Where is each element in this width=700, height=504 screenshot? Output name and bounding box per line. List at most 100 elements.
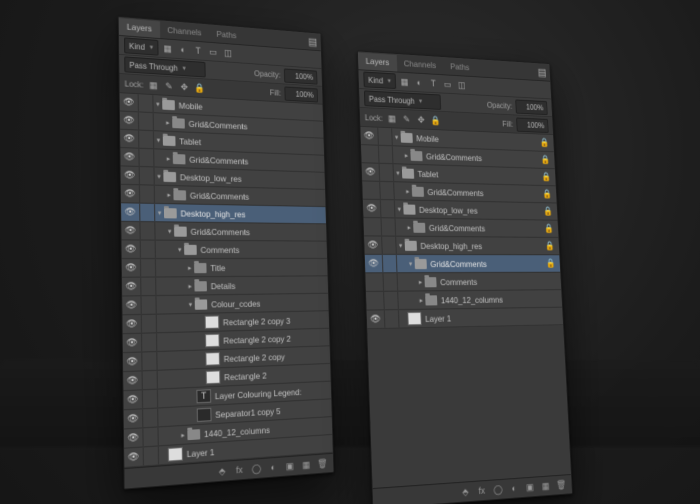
lock-brush-icon[interactable]: ✎ (401, 113, 412, 125)
tab-paths[interactable]: Paths (443, 58, 477, 76)
filter-shape-icon[interactable]: ▭ (207, 46, 218, 58)
filter-kind[interactable]: Kind▾ (363, 72, 395, 90)
mask-icon[interactable]: ◯ (492, 483, 503, 496)
visibility-toggle[interactable]: 👁 (123, 353, 143, 372)
lock-icon[interactable]: 🔒 (543, 206, 553, 217)
disclosure-arrow[interactable]: ▾ (394, 169, 403, 177)
panel-menu-icon[interactable]: ▤ (537, 66, 546, 79)
visibility-toggle[interactable]: 👁 (122, 278, 141, 296)
visibility-toggle[interactable] (366, 292, 385, 310)
opacity-field[interactable]: 100% (515, 99, 548, 115)
disclosure-arrow[interactable]: ▸ (185, 264, 194, 272)
layer-row[interactable]: 👁▾Desktop_high_res🔒 (364, 236, 559, 255)
disclosure-arrow[interactable]: ▸ (416, 278, 425, 286)
lock-icon[interactable]: 🔒 (541, 155, 551, 166)
disclosure-arrow[interactable]: ▾ (155, 208, 164, 216)
disclosure-arrow[interactable]: ▸ (402, 151, 411, 159)
filter-kind[interactable]: Kind▾ (124, 37, 158, 55)
lock-all-icon[interactable]: 🔒 (194, 82, 206, 94)
disclosure-arrow[interactable]: ▾ (165, 227, 174, 235)
lock-icon[interactable]: 🔒 (542, 189, 552, 200)
visibility-toggle[interactable]: 👁 (121, 166, 140, 184)
visibility-toggle[interactable]: 👁 (365, 255, 384, 272)
visibility-toggle[interactable]: 👁 (121, 203, 140, 221)
visibility-toggle[interactable] (361, 145, 379, 163)
lock-move-icon[interactable]: ✥ (178, 81, 190, 94)
disclosure-arrow[interactable]: ▸ (165, 190, 174, 198)
visibility-toggle[interactable]: 👁 (123, 334, 142, 352)
disclosure-arrow[interactable] (159, 455, 168, 456)
panel-menu-icon[interactable]: ▤ (308, 35, 317, 48)
lock-icon[interactable]: 🔒 (540, 137, 550, 148)
filter-smart-icon[interactable]: ◫ (222, 47, 233, 59)
disclosure-arrow[interactable]: ▾ (175, 245, 184, 253)
visibility-toggle[interactable]: 👁 (123, 390, 143, 409)
lock-icon[interactable]: 🔒 (545, 241, 555, 252)
visibility-toggle[interactable]: 👁 (360, 127, 378, 145)
fill-field[interactable]: 100% (516, 117, 549, 133)
disclosure-arrow[interactable]: ▾ (155, 172, 164, 180)
blend-mode-select[interactable]: Pass Through▾ (364, 90, 441, 110)
disclosure-arrow[interactable]: ▾ (153, 100, 162, 108)
visibility-toggle[interactable]: 👁 (122, 259, 141, 277)
group-icon[interactable]: ▣ (284, 460, 295, 473)
new-layer-icon[interactable]: ▦ (301, 458, 312, 471)
tab-channels[interactable]: Channels (396, 54, 443, 73)
lock-icon[interactable]: 🔒 (544, 223, 554, 234)
visibility-toggle[interactable]: 👁 (367, 310, 386, 328)
mask-icon[interactable]: ◯ (251, 462, 263, 475)
opacity-field[interactable]: 100% (284, 68, 318, 84)
layer-row[interactable]: 👁▾Desktop_high_res (121, 203, 326, 224)
disclosure-arrow[interactable]: ▸ (186, 282, 195, 290)
disclosure-arrow[interactable]: ▸ (164, 154, 173, 162)
fx-icon[interactable]: fx (234, 463, 246, 476)
visibility-toggle[interactable]: 👁 (120, 93, 139, 111)
new-layer-icon[interactable]: ▦ (540, 479, 551, 492)
filter-adjust-icon[interactable]: ◐ (177, 43, 189, 56)
visibility-toggle[interactable]: 👁 (122, 296, 141, 314)
visibility-toggle[interactable]: 👁 (120, 111, 139, 129)
lock-icon[interactable]: 🔒 (546, 258, 556, 269)
link-layers-icon[interactable]: ⬘ (216, 465, 228, 478)
fill-field[interactable]: 100% (284, 86, 318, 102)
link-layers-icon[interactable]: ⬘ (460, 485, 472, 498)
disclosure-arrow[interactable]: ▸ (417, 296, 426, 304)
visibility-toggle[interactable]: 👁 (124, 428, 144, 447)
fx-icon[interactable]: fx (476, 484, 487, 497)
tab-layers[interactable]: Layers (119, 18, 160, 38)
lock-brush-icon[interactable]: ✎ (163, 80, 175, 93)
filter-type-icon[interactable]: T (192, 45, 204, 58)
visibility-toggle[interactable]: 👁 (124, 447, 144, 467)
filter-shape-icon[interactable]: ▭ (442, 78, 453, 90)
visibility-toggle[interactable]: 👁 (124, 409, 144, 428)
lock-transparent-icon[interactable]: ▦ (386, 112, 397, 124)
adjustment-icon[interactable]: ◐ (508, 482, 519, 495)
trash-icon[interactable]: 🗑 (556, 478, 567, 491)
tab-paths[interactable]: Paths (209, 25, 244, 44)
visibility-toggle[interactable]: 👁 (120, 148, 139, 166)
visibility-toggle[interactable]: 👁 (120, 130, 139, 148)
disclosure-arrow[interactable]: ▾ (186, 300, 195, 308)
disclosure-arrow[interactable]: ▸ (178, 430, 187, 439)
lock-all-icon[interactable]: 🔒 (430, 114, 441, 126)
disclosure-arrow[interactable]: ▾ (395, 205, 404, 213)
layer-row[interactable]: ▸Comments (365, 273, 561, 292)
filter-pixel-icon[interactable]: ▦ (162, 42, 174, 55)
lock-transparent-icon[interactable]: ▦ (147, 79, 159, 92)
filter-pixel-icon[interactable]: ▦ (399, 76, 410, 88)
visibility-toggle[interactable]: 👁 (123, 371, 143, 390)
filter-smart-icon[interactable]: ◫ (456, 79, 467, 91)
visibility-toggle[interactable] (365, 273, 384, 291)
lock-move-icon[interactable]: ✥ (415, 114, 426, 126)
visibility-toggle[interactable]: 👁 (121, 222, 140, 240)
adjustment-icon[interactable]: ◐ (267, 461, 278, 474)
filter-type-icon[interactable]: T (428, 77, 439, 89)
layer-row[interactable]: ▸Grid&Comments🔒 (364, 218, 559, 238)
visibility-toggle[interactable]: 👁 (362, 163, 380, 181)
disclosure-arrow[interactable]: ▸ (405, 223, 414, 231)
disclosure-arrow[interactable]: ▾ (406, 259, 415, 267)
disclosure-arrow[interactable]: ▾ (392, 133, 401, 141)
disclosure-arrow[interactable]: ▾ (154, 136, 163, 144)
lock-icon[interactable]: 🔒 (541, 172, 551, 183)
visibility-toggle[interactable] (362, 181, 380, 199)
